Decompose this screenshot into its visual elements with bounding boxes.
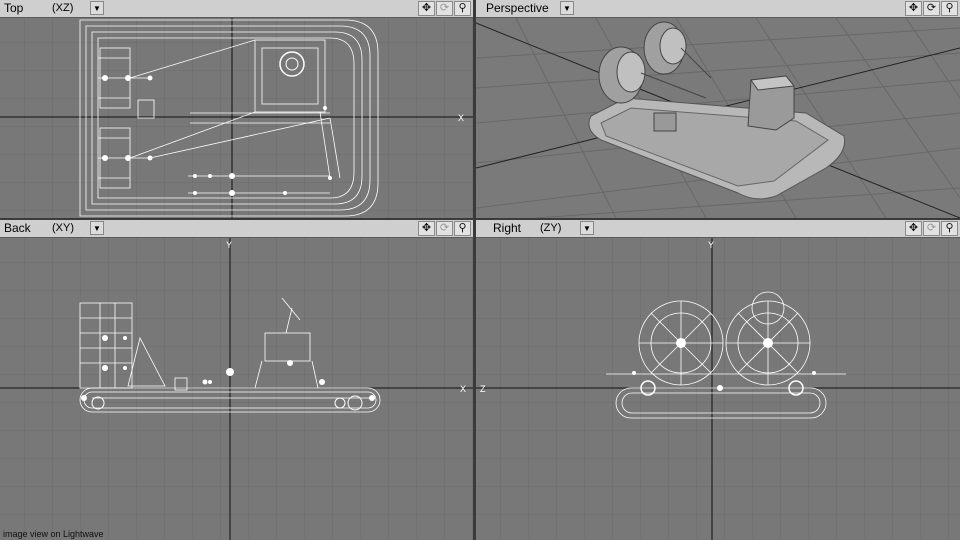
viewport-perspective[interactable]: Perspective ▼ ✥ ⟳ ⚲: [476, 0, 960, 218]
viewport-right-header: Right (ZY) ▼ ✥ ⟳ ⚲: [476, 220, 960, 238]
viewport-top[interactable]: Top (XZ) ▼ ✥ ⟳ ⚲ X: [0, 0, 473, 218]
z-axis-marker: Z: [480, 384, 486, 394]
viewport-right-axes[interactable]: (ZY): [540, 221, 561, 236]
viewport-top-header: Top (XZ) ▼ ✥ ⟳ ⚲: [0, 0, 473, 18]
viewport-top-axes[interactable]: (XZ): [52, 1, 73, 16]
rotate-icon[interactable]: ⟳: [436, 1, 453, 16]
move-icon[interactable]: ✥: [418, 1, 435, 16]
viewport-perspective-options-arrow[interactable]: ▼: [560, 1, 574, 15]
viewport-top-canvas[interactable]: X: [0, 18, 473, 218]
viewport-back-axes[interactable]: (XY): [52, 221, 74, 236]
image-caption: image view on Lightwave: [3, 529, 104, 539]
zoom-icon[interactable]: ⚲: [454, 221, 471, 236]
rotate-icon[interactable]: ⟳: [436, 221, 453, 236]
viewport-perspective-canvas[interactable]: [476, 18, 960, 218]
viewport-back-header: Back (XY) ▼ ✥ ⟳ ⚲: [0, 220, 473, 238]
viewport-top-options-arrow[interactable]: ▼: [90, 1, 104, 15]
move-icon[interactable]: ✥: [418, 221, 435, 236]
viewport-right[interactable]: Right (ZY) ▼ ✥ ⟳ ⚲ Y Z: [476, 220, 960, 540]
viewport-right-canvas[interactable]: Y Z: [476, 238, 960, 540]
move-icon[interactable]: ✥: [905, 221, 922, 236]
zoom-icon[interactable]: ⚲: [941, 1, 958, 16]
viewport-perspective-name[interactable]: Perspective: [486, 1, 549, 16]
viewport-perspective-toolbar: ✥ ⟳ ⚲: [905, 1, 958, 16]
move-icon[interactable]: ✥: [905, 1, 922, 16]
x-axis-marker: X: [460, 384, 466, 394]
viewport-back[interactable]: Back (XY) ▼ ✥ ⟳ ⚲ Y X image view on Ligh…: [0, 220, 473, 540]
viewport-back-canvas[interactable]: Y X: [0, 238, 473, 540]
viewport-right-toolbar: ✥ ⟳ ⚲: [905, 221, 958, 236]
viewport-right-options-arrow[interactable]: ▼: [580, 221, 594, 235]
viewport-top-name[interactable]: Top: [4, 1, 23, 16]
zoom-icon[interactable]: ⚲: [454, 1, 471, 16]
zoom-icon[interactable]: ⚲: [941, 221, 958, 236]
viewport-back-name[interactable]: Back: [4, 221, 31, 236]
viewport-back-toolbar: ✥ ⟳ ⚲: [418, 221, 471, 236]
y-axis-marker: Y: [226, 240, 232, 250]
rotate-icon[interactable]: ⟳: [923, 1, 940, 16]
x-axis-marker: X: [458, 113, 464, 123]
viewport-back-options-arrow[interactable]: ▼: [90, 221, 104, 235]
y-axis-marker: Y: [708, 240, 714, 250]
viewport-right-name[interactable]: Right: [493, 221, 521, 236]
viewport-top-toolbar: ✥ ⟳ ⚲: [418, 1, 471, 16]
viewport-perspective-header: Perspective ▼ ✥ ⟳ ⚲: [476, 0, 960, 18]
rotate-icon[interactable]: ⟳: [923, 221, 940, 236]
